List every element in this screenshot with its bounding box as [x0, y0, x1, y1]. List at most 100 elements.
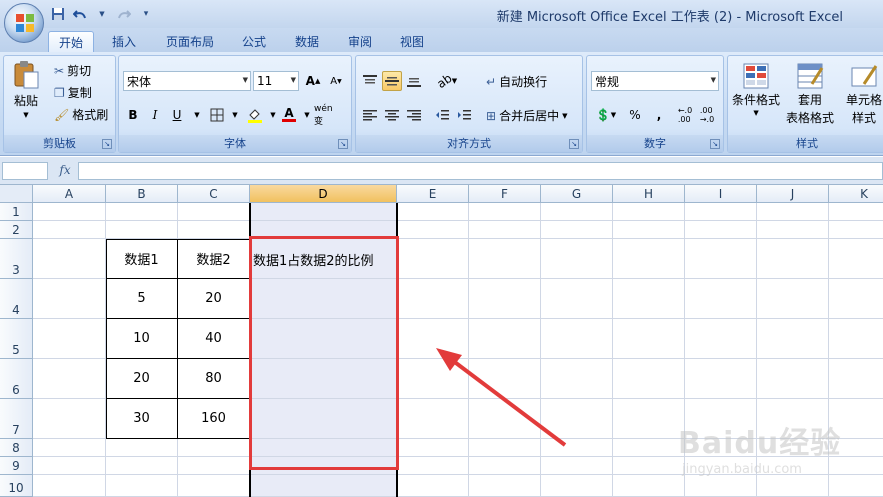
chevron-down-icon: ▼ — [610, 111, 617, 119]
align-top-icon — [363, 75, 377, 84]
bold-button[interactable]: B — [123, 105, 143, 125]
conditional-format-button[interactable]: 条件格式 ▼ — [732, 62, 780, 117]
excel-window: ▼ ▾ 新建 Microsoft Office Excel 工作表 (2) - … — [0, 0, 883, 497]
clipboard-group: 粘贴 ▼ ✂ 剪切 ❐ 复制 🖌 格式刷 剪贴板 ↘ — [3, 55, 116, 153]
align-bottom-button[interactable] — [404, 71, 424, 91]
align-bottom-icon — [407, 78, 421, 87]
italic-button[interactable]: I — [145, 105, 165, 125]
worksheet-grid[interactable]: ABCDEFGHIJK 1 2 3 4 5 6 7 8 9 10 数据1 数据2 数据1占数据2的比例… — [0, 185, 883, 497]
format-table-label-1: 套用 — [798, 93, 823, 107]
paste-button[interactable]: 粘贴 ▼ — [12, 60, 40, 119]
name-box[interactable] — [2, 162, 48, 180]
copy-label: 复制 — [67, 86, 92, 100]
font-color-button[interactable]: A — [279, 105, 299, 125]
merge-center-button[interactable]: ⊞ 合并后居中 ▼ — [486, 107, 567, 124]
font-launcher-icon[interactable]: ↘ — [338, 139, 348, 149]
fill-color-button[interactable] — [245, 105, 265, 125]
wrap-text-button[interactable]: ↵ 自动换行 — [486, 73, 547, 90]
increase-indent-button[interactable] — [454, 105, 474, 125]
number-format-combo[interactable]: 常规 ▼ — [591, 71, 719, 91]
font-name-combo[interactable]: 宋体 ▼ — [123, 71, 251, 91]
tab-page-layout[interactable]: 页面布局 — [158, 31, 222, 52]
redo-icon[interactable] — [116, 6, 132, 22]
font-group: 宋体 ▼ 11 ▼ A ▲ A ▼ B I U ▼ ▼ ▼ A ▼ wén 变 … — [118, 55, 352, 153]
window-title: 新建 Microsoft Office Excel 工作表 (2) - Micr… — [496, 10, 843, 25]
ribbon-tabs: 开始 插入 页面布局 公式 数据 审阅 视图 — [0, 28, 883, 52]
scissors-icon: ✂ — [54, 63, 65, 78]
merge-center-label: 合并后居中 — [499, 109, 560, 123]
formula-input[interactable] — [78, 162, 883, 180]
align-center-icon — [385, 110, 399, 121]
decrease-decimal-icon: .00 →.0 — [699, 106, 715, 124]
tab-data[interactable]: 数据 — [285, 31, 329, 52]
align-top-button[interactable] — [360, 71, 380, 91]
number-group: 常规 ▼ 💲 ▼ % , ←.0.00 .00 →.0 数字 ↘ — [586, 55, 724, 153]
borders-button[interactable] — [207, 105, 227, 125]
font-color-glyph: A — [284, 106, 294, 120]
wrap-text-label: 自动换行 — [499, 75, 548, 89]
borders-icon — [210, 108, 224, 122]
decrease-indent-button[interactable] — [432, 105, 452, 125]
title-bar: ▼ ▾ 新建 Microsoft Office Excel 工作表 (2) - … — [0, 0, 883, 28]
conditional-format-label: 条件格式 — [732, 93, 781, 107]
number-launcher-icon[interactable]: ↘ — [710, 139, 720, 149]
conditional-format-icon — [743, 63, 769, 89]
font-group-label: 字体 — [119, 135, 351, 152]
office-button[interactable] — [4, 3, 44, 43]
align-right-button[interactable] — [404, 105, 424, 125]
alignment-launcher-icon[interactable]: ↘ — [569, 139, 579, 149]
font-size-combo[interactable]: 11 ▼ — [253, 71, 299, 91]
align-left-button[interactable] — [360, 105, 380, 125]
copy-button[interactable]: ❐ 复制 — [54, 84, 92, 101]
paint-bucket-icon — [248, 109, 262, 123]
format-table-label-2: 表格格式 — [786, 111, 835, 125]
format-painter-button[interactable]: 🖌 格式刷 — [54, 106, 108, 123]
cell-styles-icon — [851, 65, 878, 87]
cut-button[interactable]: ✂ 剪切 — [54, 62, 91, 79]
grow-font-button[interactable]: A ▲ — [303, 71, 323, 91]
accounting-button[interactable]: 💲 ▼ — [591, 105, 621, 125]
format-table-icon — [797, 63, 824, 89]
decrease-decimal-button[interactable]: .00 →.0 — [697, 105, 717, 125]
undo-icon[interactable] — [72, 6, 88, 22]
clipboard-launcher-icon[interactable]: ↘ — [102, 139, 112, 149]
currency-icon: 💲 — [595, 108, 611, 122]
save-icon[interactable] — [50, 6, 66, 22]
merge-icon: ⊞ — [486, 108, 497, 123]
align-center-button[interactable] — [382, 105, 402, 125]
wrap-text-icon: ↵ — [486, 74, 497, 89]
percent-button[interactable]: % — [625, 105, 645, 125]
align-middle-button[interactable] — [382, 71, 402, 91]
format-as-table-button[interactable]: 套用 表格格式 — [786, 62, 834, 126]
increase-decimal-icon: ←.0.00 — [677, 106, 693, 124]
tab-review[interactable]: 审阅 — [338, 31, 382, 52]
tab-insert[interactable]: 插入 — [100, 31, 148, 52]
chevron-down-icon[interactable]: ▼ — [225, 105, 245, 125]
increase-decimal-button[interactable]: ←.0.00 — [675, 105, 695, 125]
font-color-swatch — [282, 119, 296, 122]
cell-styles-label-2: 样式 — [852, 111, 877, 125]
paste-label: 粘贴 — [13, 94, 38, 108]
phonetic-button[interactable]: wén 变 — [313, 104, 341, 127]
cell-styles-button[interactable]: 单元格 样式 — [846, 62, 882, 126]
tab-view[interactable]: 视图 — [390, 31, 434, 52]
chevron-down-icon[interactable]: ▼ — [187, 105, 207, 125]
orientation-button[interactable]: ab ▼ — [432, 71, 462, 91]
chevron-down-icon: ▼ — [23, 111, 29, 119]
number-group-label: 数字 — [587, 135, 723, 152]
chevron-down-icon[interactable]: ▼ — [94, 6, 110, 22]
tab-formulas[interactable]: 公式 — [232, 31, 276, 52]
shrink-font-button[interactable]: A ▼ — [326, 71, 346, 91]
cut-label: 剪切 — [67, 64, 92, 78]
comma-button[interactable]: , — [649, 105, 669, 125]
clipboard-group-label: 剪贴板 — [4, 135, 115, 152]
alignment-group: ab ▼ ↵ 自动换行 ⊞ 合并后居中 ▼ 对齐方式 ↘ — [355, 55, 583, 153]
font-size-value: 11 — [257, 74, 273, 88]
customize-icon[interactable]: ▾ — [138, 6, 154, 22]
arrow-shaft — [446, 355, 567, 447]
underline-button[interactable]: U — [167, 105, 187, 125]
office-logo-icon — [16, 14, 34, 32]
insert-function-icon[interactable]: fx — [55, 163, 75, 179]
arrow-head — [436, 348, 462, 371]
tab-home[interactable]: 开始 — [48, 31, 94, 52]
